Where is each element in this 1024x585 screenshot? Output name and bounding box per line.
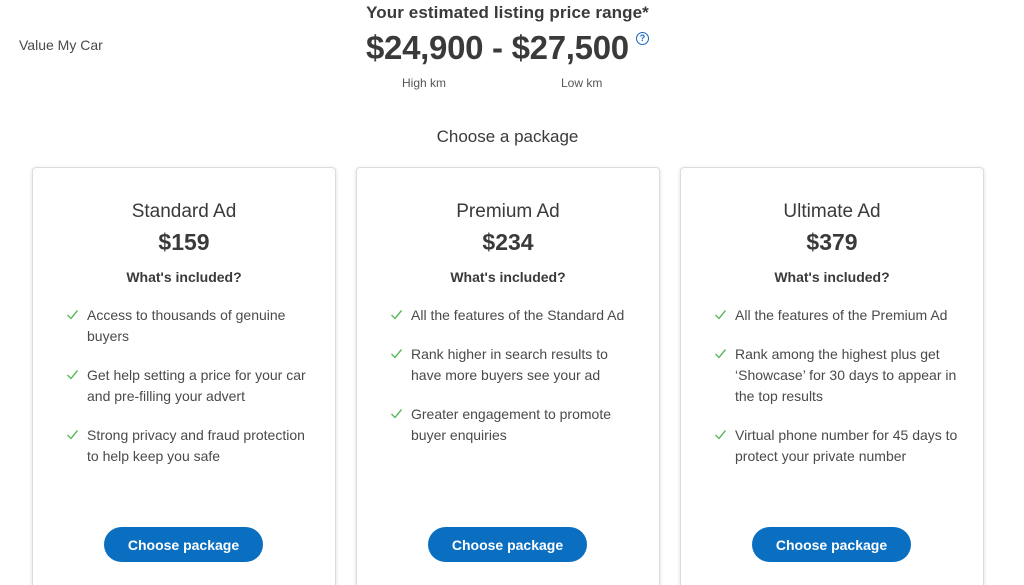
included-heading: What's included? — [774, 269, 890, 285]
check-icon — [391, 310, 403, 320]
package-name: Ultimate Ad — [783, 201, 881, 222]
check-icon — [715, 430, 727, 440]
feature-item: Rank among the highest plus get ‘Showcas… — [714, 344, 959, 407]
included-heading: What's included? — [450, 269, 566, 285]
check-icon — [715, 349, 727, 359]
feature-text: Get help setting a price for your car an… — [87, 367, 306, 404]
feature-text: Greater engagement to promote buyer enqu… — [411, 406, 612, 443]
feature-text: Access to thousands of genuine buyers — [87, 307, 286, 344]
feature-item: Greater engagement to promote buyer enqu… — [390, 404, 635, 446]
check-icon — [391, 349, 403, 359]
feature-item: All the features of the Premium Ad — [714, 305, 959, 326]
check-icon — [715, 310, 727, 320]
package-price: $159 — [158, 229, 210, 255]
page: Value My Car Your estimated listing pric… — [0, 0, 1024, 585]
question-circle-icon[interactable]: ? — [636, 32, 649, 45]
package-name: Standard Ad — [131, 201, 237, 222]
feature-item: Get help setting a price for your car an… — [66, 365, 311, 407]
feature-text: Rank higher in search results to have mo… — [411, 346, 608, 383]
feature-list: Access to thousands of genuine buyers Ge… — [66, 305, 311, 485]
low-km-label: Low km — [561, 76, 603, 90]
feature-item: Access to thousands of genuine buyers — [66, 305, 311, 347]
feature-list: All the features of the Standard Ad Rank… — [390, 305, 635, 464]
app-title: Value My Car — [19, 37, 103, 53]
feature-text: Virtual phone number for 45 days to prot… — [735, 427, 958, 464]
check-icon — [391, 409, 403, 419]
high-km-label: High km — [402, 76, 447, 90]
feature-item: Rank higher in search results to have mo… — [390, 344, 635, 386]
feature-item: Strong privacy and fraud protection to h… — [66, 425, 311, 467]
packages-heading: Choose a package — [436, 127, 579, 146]
price-range: $24,900 - $27,500 — [366, 29, 629, 66]
feature-text: Strong privacy and fraud protection to h… — [87, 427, 305, 464]
package-price: $379 — [806, 229, 858, 255]
package-card-premium: Premium Ad $234 What's included? All the… — [356, 167, 660, 585]
package-name: Premium Ad — [456, 201, 560, 222]
price-header: Your estimated listing price range* — [0, 3, 1015, 23]
feature-text: All the features of the Standard Ad — [411, 307, 625, 323]
feature-list: All the features of the Premium Ad Rank … — [714, 305, 959, 485]
package-price: $234 — [482, 229, 534, 255]
price-heading: Your estimated listing price range* — [366, 3, 649, 22]
choose-package-button[interactable]: Choose package — [428, 527, 587, 562]
check-icon — [67, 430, 79, 440]
package-card-standard: Standard Ad $159 What's included? Access… — [32, 167, 336, 585]
check-icon — [67, 310, 79, 320]
choose-package-button[interactable]: Choose package — [104, 527, 263, 562]
feature-text: Rank among the highest plus get ‘Showcas… — [735, 346, 957, 404]
choose-package-button[interactable]: Choose package — [752, 527, 911, 562]
feature-item: Virtual phone number for 45 days to prot… — [714, 425, 959, 467]
included-heading: What's included? — [126, 269, 242, 285]
feature-item: All the features of the Standard Ad — [390, 305, 635, 326]
check-icon — [67, 370, 79, 380]
package-card-ultimate: Ultimate Ad $379 What's included? All th… — [680, 167, 984, 585]
feature-text: All the features of the Premium Ad — [735, 307, 948, 323]
